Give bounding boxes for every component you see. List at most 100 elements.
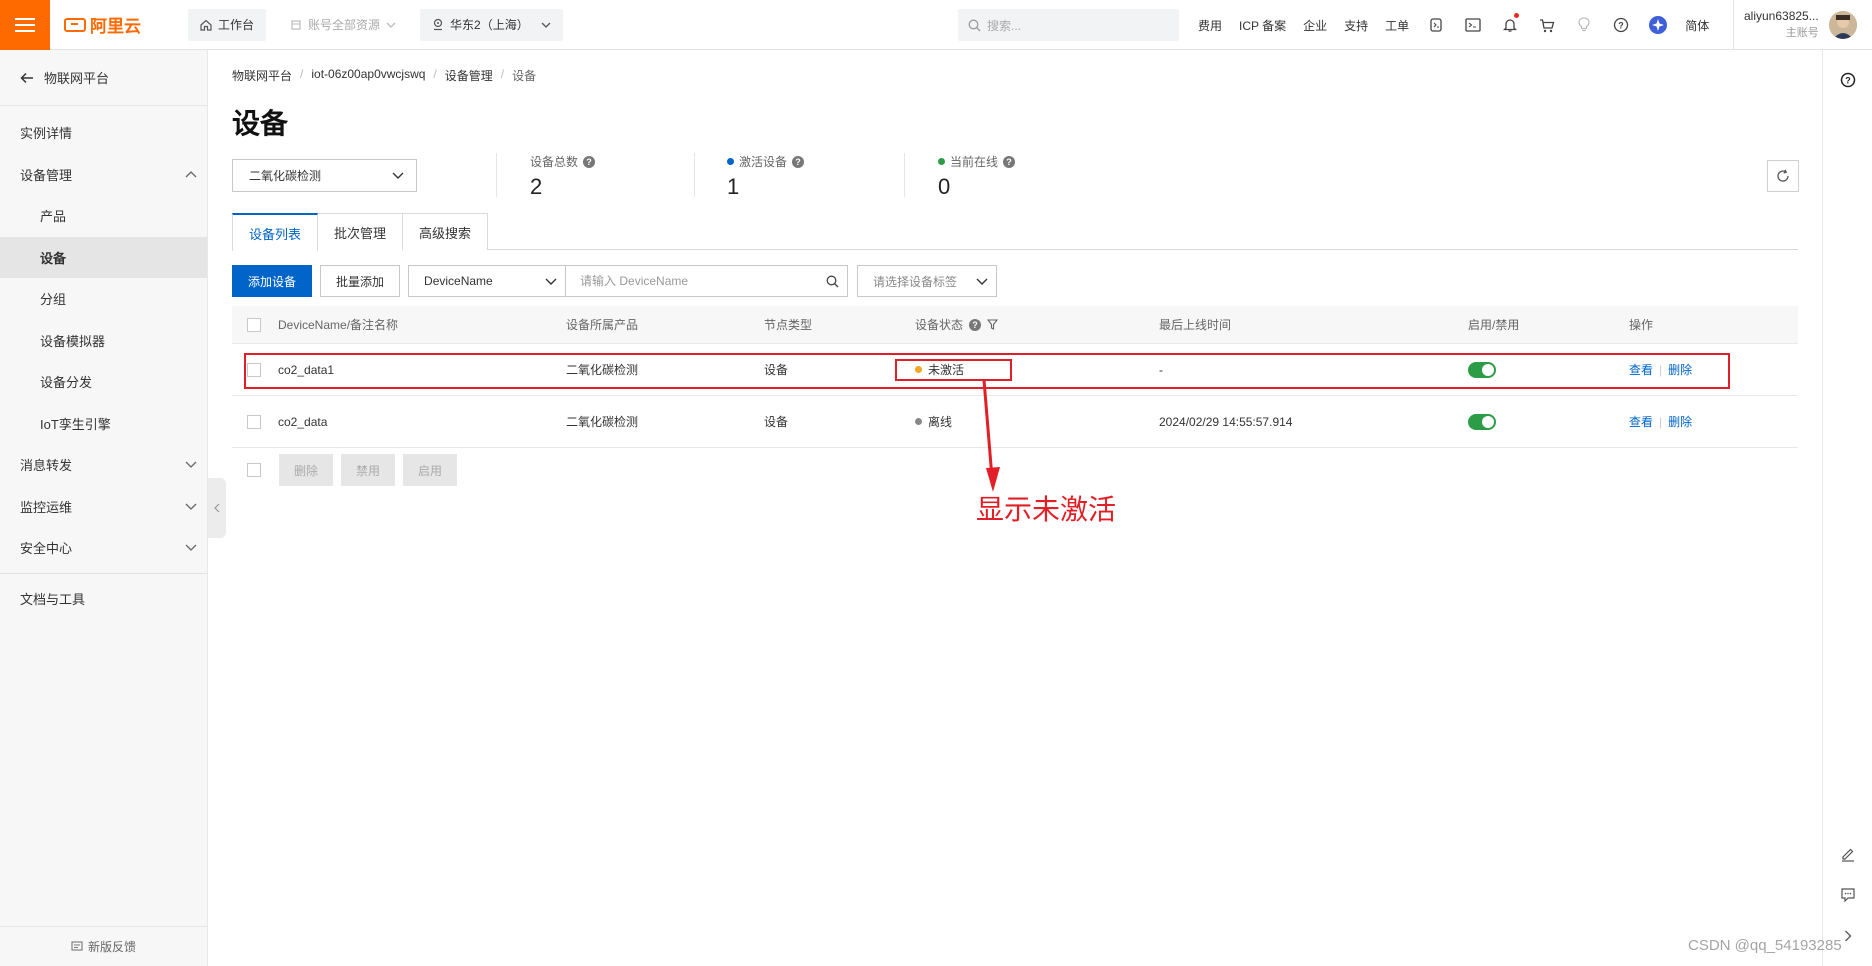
device-name: co2_data	[278, 414, 328, 429]
bulk-enable-button[interactable]: 启用	[403, 454, 458, 486]
stat-online-devices: 当前在线? 0	[938, 153, 1016, 200]
chevron-down-icon	[392, 172, 404, 179]
sidebar-item-device-simulator[interactable]: 设备模拟器	[0, 320, 207, 362]
edit-icon[interactable]	[1838, 845, 1858, 865]
page-title: 设备	[232, 108, 289, 139]
sidebar-item-label: 消息转发	[20, 458, 73, 474]
product-select[interactable]: 二氧化碳检测	[232, 159, 417, 192]
sidebar-item-product[interactable]: 产品	[0, 195, 207, 237]
sidebar-item-device[interactable]: 设备	[0, 236, 207, 278]
language-switch[interactable]: 简体	[1685, 17, 1709, 34]
sidebar-item-docs-tools[interactable]: 文档与工具	[0, 578, 207, 620]
bulk-select-checkbox[interactable]	[247, 463, 261, 477]
back-to-iot-platform[interactable]: 物联网平台	[0, 50, 207, 106]
tab-advanced-search[interactable]: 高级搜索	[402, 213, 489, 250]
sidebar-item-label: 文档与工具	[20, 591, 86, 607]
status-dot-icon	[915, 418, 922, 425]
terminal-icon[interactable]	[1463, 15, 1483, 35]
right-tool-rail: ?	[1822, 50, 1872, 966]
icp-filing-link[interactable]: ICP 备案	[1239, 17, 1286, 34]
sidebar-item-message-forwarding[interactable]: 消息转发	[0, 444, 207, 486]
column-header: 节点类型	[764, 318, 813, 332]
add-device-button[interactable]: 添加设备	[232, 265, 313, 297]
chevron-down-icon	[976, 278, 988, 285]
tab-batch-management[interactable]: 批次管理	[317, 213, 404, 250]
ai-assistant-icon[interactable]	[1648, 15, 1668, 35]
breadcrumb-item[interactable]: 物联网平台	[232, 67, 292, 84]
avatar[interactable]	[1828, 11, 1857, 39]
bulk-action-bar: 删除 禁用 启用	[232, 454, 458, 486]
batch-add-button[interactable]: 批量添加	[320, 265, 401, 297]
sidebar-item-label: 分组	[40, 292, 67, 308]
search-field-select[interactable]: DeviceName	[408, 265, 567, 297]
stat-activated-devices: 激活设备? 1	[727, 153, 805, 200]
ticket-link[interactable]: 工单	[1385, 17, 1409, 34]
resource-scope-select[interactable]: 账号全部资源	[278, 8, 409, 41]
sidebar-item-device-management[interactable]: 设备管理	[0, 154, 207, 196]
sidebar-item-monitoring-ops[interactable]: 监控运维	[0, 486, 207, 528]
sidebar-item-label: 设备管理	[20, 167, 73, 183]
sidebar-item-device-distribution[interactable]: 设备分发	[0, 361, 207, 403]
green-dot-icon	[938, 158, 945, 165]
device-tabs: 设备列表 批次管理 高级搜索	[232, 213, 1798, 251]
cart-icon[interactable]	[1537, 15, 1557, 35]
feedback-label: 新版反馈	[87, 940, 136, 954]
filter-icon[interactable]	[987, 319, 999, 330]
chevron-down-icon	[386, 22, 396, 28]
help-icon[interactable]: ?	[792, 155, 805, 168]
help-circle-icon[interactable]: ?	[1611, 15, 1631, 35]
enterprise-link[interactable]: 企业	[1303, 17, 1327, 34]
product-select-value: 二氧化碳检测	[249, 169, 322, 183]
aliyun-logo-icon	[64, 17, 86, 32]
select-all-checkbox[interactable]	[247, 317, 261, 332]
sidebar-item-iot-twin-engine[interactable]: IoT孪生引擎	[0, 403, 207, 445]
support-link[interactable]: 支持	[1344, 17, 1368, 34]
account-menu[interactable]: aliyun63825... 主账号	[1733, 0, 1857, 50]
sidebar-item-group[interactable]: 分组	[0, 278, 207, 320]
help-icon[interactable]: ?	[1003, 155, 1016, 168]
bulk-delete-button[interactable]: 删除	[279, 454, 334, 486]
delete-link[interactable]: 删除	[1668, 413, 1692, 430]
breadcrumb-item[interactable]: iot-06z00ap0vwcjswq	[311, 67, 425, 84]
stat-label: 设备总数	[530, 155, 579, 169]
sidebar-collapse-handle[interactable]	[208, 478, 226, 538]
top-navigation-bar: 阿里云 工作台 账号全部资源 华东2（上海） 搜索... 费用 ICP 备案 企…	[0, 0, 1872, 50]
workbench-button[interactable]: 工作台	[188, 8, 267, 41]
billing-link[interactable]: 费用	[1198, 17, 1222, 34]
breadcrumb-item[interactable]: 设备管理	[445, 67, 493, 84]
stat-label: 当前在线	[950, 155, 999, 169]
sidebar-item-label: 产品	[40, 209, 67, 225]
left-sidebar: 物联网平台 实例详情 设备管理 产品 设备 分组 设备模拟器 设备分发 IoT孪…	[0, 50, 208, 966]
api-icon[interactable]	[1426, 15, 1446, 35]
sidebar-item-security-center[interactable]: 安全中心	[0, 527, 207, 569]
column-header: 最后上线时间	[1159, 318, 1232, 332]
hamburger-menu-button[interactable]	[0, 0, 50, 50]
notification-bell-icon[interactable]	[1500, 13, 1520, 35]
resource-scope-label: 账号全部资源	[308, 18, 381, 32]
lightbulb-icon[interactable]	[1574, 15, 1594, 35]
help-icon[interactable]: ?	[583, 155, 596, 168]
feedback-button[interactable]: 新版反馈	[0, 926, 207, 966]
column-header: 启用/禁用	[1468, 318, 1520, 332]
tab-device-list[interactable]: 设备列表	[232, 213, 319, 251]
device-search-input[interactable]	[580, 274, 811, 288]
device-tag-select[interactable]: 请选择设备标签	[857, 265, 998, 297]
refresh-button[interactable]	[1767, 160, 1799, 192]
enable-toggle[interactable]	[1468, 413, 1496, 430]
view-link[interactable]: 查看	[1629, 413, 1653, 430]
table-toolbar: 添加设备 批量添加 DeviceName 请选择设备标签	[232, 265, 998, 297]
help-icon[interactable]: ?	[969, 318, 982, 331]
aliyun-logo[interactable]: 阿里云	[64, 12, 164, 37]
search-icon[interactable]	[826, 275, 839, 288]
location-pin-icon	[433, 18, 443, 31]
stat-value: 0	[938, 174, 951, 199]
column-header: 设备状态	[915, 318, 964, 332]
global-search-input[interactable]: 搜索...	[958, 9, 1179, 41]
region-select[interactable]: 华东2（上海）	[420, 8, 563, 41]
help-icon[interactable]: ?	[1838, 70, 1858, 90]
row-checkbox[interactable]	[247, 414, 261, 429]
bulk-disable-button[interactable]: 禁用	[341, 454, 396, 486]
chevron-down-icon	[545, 278, 557, 285]
chat-icon[interactable]	[1838, 885, 1858, 905]
sidebar-item-instance-details[interactable]: 实例详情	[0, 112, 207, 154]
